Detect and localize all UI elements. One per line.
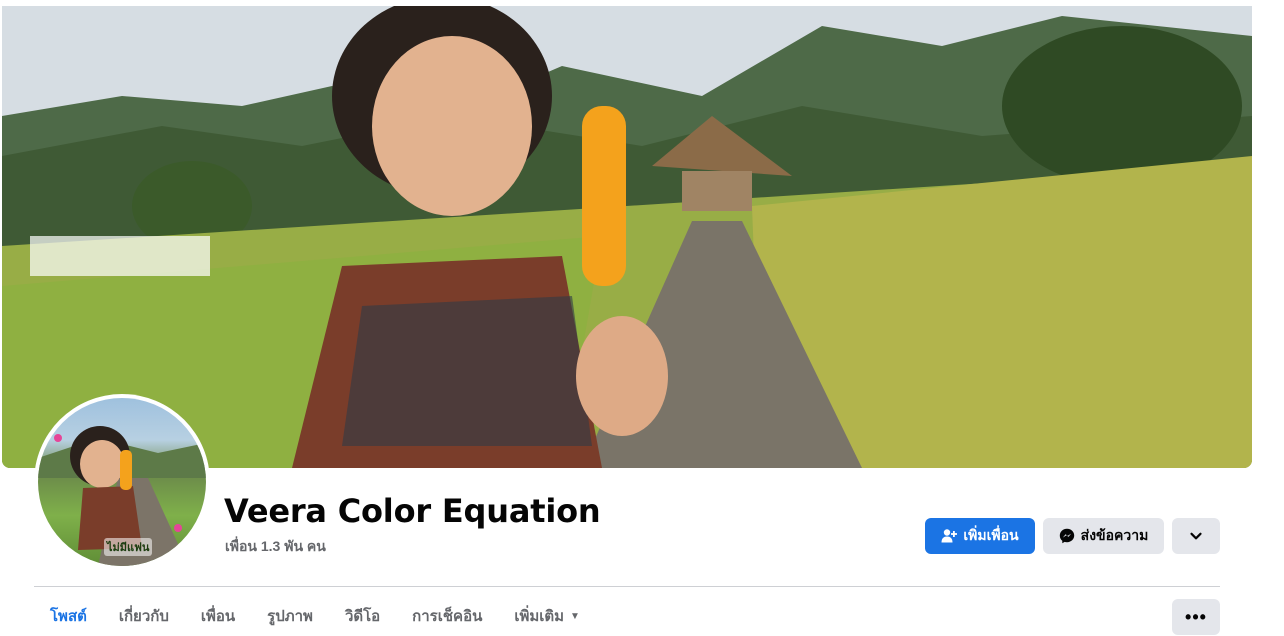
person-plus-icon [941, 528, 958, 544]
header-divider [34, 586, 1220, 587]
add-friend-button[interactable]: เพิ่มเพื่อน [925, 518, 1035, 554]
tab-label: รูปภาพ [267, 608, 313, 625]
tab-label: เพิ่มเติม [514, 608, 565, 625]
message-button[interactable]: ส่งข้อความ [1043, 518, 1164, 554]
profile-overflow-button[interactable]: ••• [1172, 599, 1220, 635]
profile-avatar[interactable]: ไม่มีแฟน [34, 394, 210, 570]
profile-tabs: โพสต์ เกี่ยวกับ เพื่อน รูปภาพ วิดีโอ การ… [34, 596, 596, 636]
friends-count[interactable]: เพื่อน 1.3 พัน คน [225, 536, 326, 558]
tab-more[interactable]: เพิ่มเติม ▼ [498, 596, 596, 636]
chevron-down-icon [1189, 529, 1203, 543]
ellipsis-icon: ••• [1185, 606, 1207, 627]
tab-videos[interactable]: วิดีโอ [329, 596, 396, 636]
tab-label: โพสต์ [50, 608, 87, 625]
tab-posts[interactable]: โพสต์ [34, 596, 103, 636]
tab-label: เกี่ยวกับ [118, 608, 169, 625]
add-friend-label: เพิ่มเพื่อน [963, 527, 1019, 543]
tab-label: การเช็คอิน [412, 608, 483, 625]
tab-friends[interactable]: เพื่อน [185, 596, 251, 636]
tab-about[interactable]: เกี่ยวกับ [103, 596, 185, 636]
profile-name: Veera Color Equation [224, 492, 601, 530]
caret-down-icon: ▼ [570, 610, 580, 622]
tab-label: วิดีโอ [344, 608, 381, 625]
avatar-caption: ไม่มีแฟน [104, 538, 153, 556]
tab-label: เพื่อน [200, 608, 236, 625]
tab-checkins[interactable]: การเช็คอิน [396, 596, 498, 636]
message-label: ส่งข้อความ [1080, 527, 1149, 543]
avatar-image: ไม่มีแฟน [38, 398, 206, 566]
messenger-icon [1059, 528, 1075, 544]
tab-photos[interactable]: รูปภาพ [251, 596, 329, 636]
more-actions-button[interactable] [1172, 518, 1220, 554]
